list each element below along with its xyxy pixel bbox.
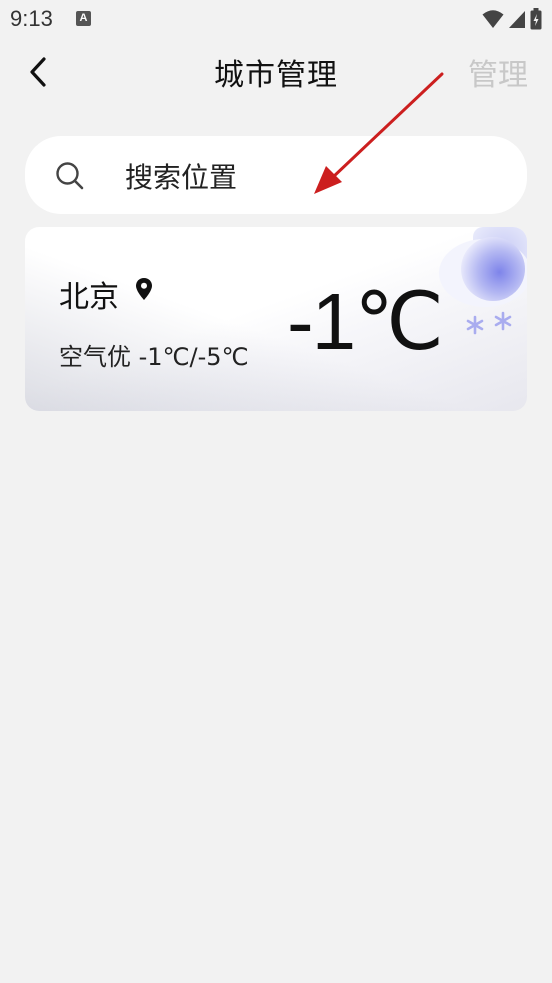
status-time: 9:13	[10, 6, 53, 31]
city-card[interactable]: 北京 空气优 -1℃/-5℃ -1℃	[25, 227, 527, 411]
status-bar: 9:13 A	[0, 0, 552, 38]
snow-cloud-icon	[439, 227, 527, 335]
manage-button[interactable]: 管理	[468, 50, 528, 94]
search-placeholder: 搜索位置	[125, 161, 238, 194]
location-pin-icon	[136, 278, 152, 300]
search-icon	[56, 162, 84, 190]
cellular-signal-icon	[509, 11, 525, 28]
battery-charging-icon	[530, 8, 542, 30]
air-quality-range: 空气优 -1℃/-5℃	[59, 343, 249, 371]
app-header: 城市管理 管理	[0, 38, 552, 106]
current-temperature: -1℃	[287, 277, 444, 366]
city-name: 北京	[59, 280, 119, 315]
wifi-icon	[482, 10, 504, 28]
notification-icon: A	[76, 11, 91, 26]
status-icons	[482, 7, 542, 31]
search-input[interactable]: 搜索位置	[25, 136, 527, 214]
